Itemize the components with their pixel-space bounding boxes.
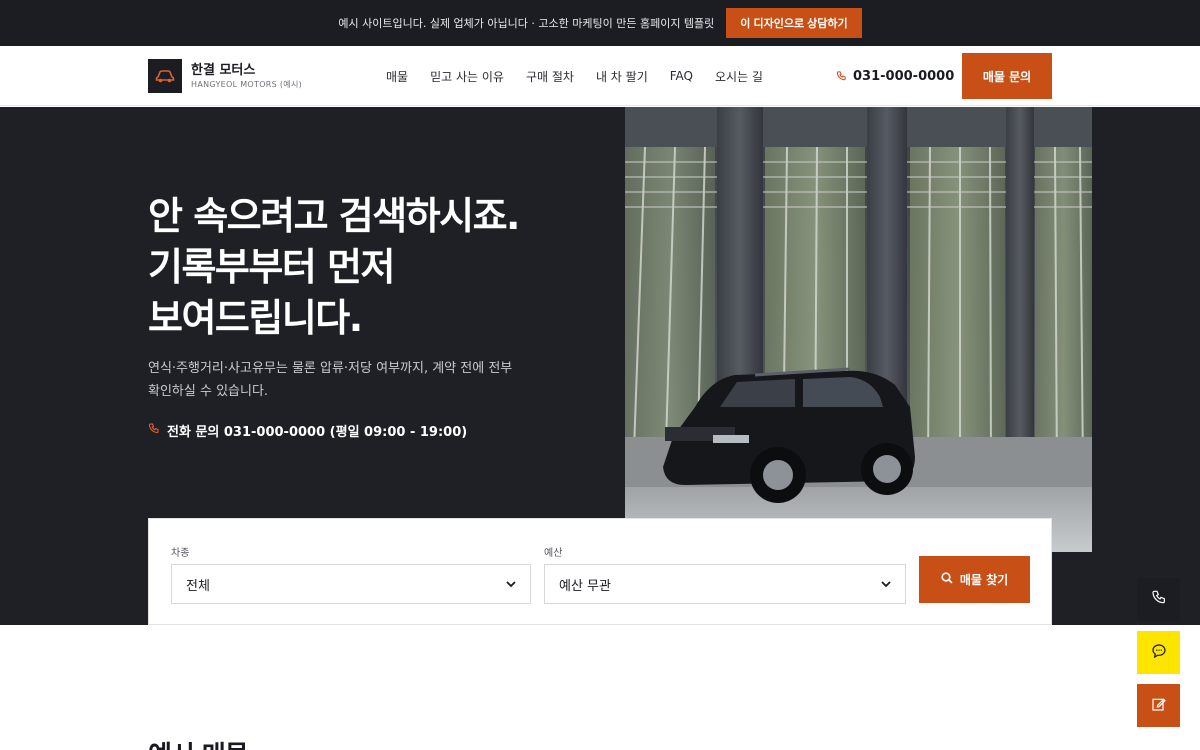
budget-select[interactable]: 예산 무관 xyxy=(544,564,906,604)
float-phone-button[interactable] xyxy=(1137,578,1180,621)
brand[interactable]: 한결 모터스 HANGYEOL MOTORS (예시) xyxy=(148,59,302,93)
chevron-down-icon xyxy=(506,577,516,592)
type-label: 차종 xyxy=(171,548,190,559)
notice-text: 예시 사이트입니다. 실제 업체가 아닙니다 · 고소한 마케팅이 만든 홈페이… xyxy=(338,17,715,30)
inquiry-button[interactable]: 매물 문의 xyxy=(962,53,1052,99)
listings-section-title: 예시 매물 xyxy=(148,735,249,750)
search-panel: 차종 전체 예산 예산 무관 매물 찾기 xyxy=(148,518,1052,625)
hero-title-line: 보여드립니다. xyxy=(148,296,363,340)
hero-title: 안 속으려고 검색하시죠. 기록부부터 먼저 보여드립니다. xyxy=(148,191,521,344)
search-icon xyxy=(941,572,953,587)
hero-phone-text: 전화 문의 031-000-0000 (평일 09:00 - 19:00) xyxy=(167,425,468,440)
site-header: 한결 모터스 HANGYEOL MOTORS (예시) 매물 믿고 사는 이유 … xyxy=(0,46,1200,106)
budget-label: 예산 xyxy=(544,548,563,559)
brand-subtitle: HANGYEOL MOTORS (예시) xyxy=(191,79,303,89)
chat-icon xyxy=(1151,643,1167,663)
phone-icon xyxy=(148,422,160,439)
type-select[interactable]: 전체 xyxy=(171,564,531,604)
nav-item-process[interactable]: 구매 절차 xyxy=(526,68,574,85)
phone-number: 031-000-0000 xyxy=(853,68,955,84)
car-logo-icon xyxy=(148,59,182,93)
float-chat-button[interactable] xyxy=(1137,631,1180,674)
hero-title-line: 기록부부터 먼저 xyxy=(148,245,395,289)
header-phone[interactable]: 031-000-0000 xyxy=(836,46,954,106)
notice-bar: 예시 사이트입니다. 실제 업체가 아닙니다 · 고소한 마케팅이 만든 홈페이… xyxy=(0,0,1200,46)
hero-car-image xyxy=(625,107,1092,552)
main-nav: 매물 믿고 사는 이유 구매 절차 내 차 팔기 FAQ 오시는 길 xyxy=(386,46,763,106)
consult-button[interactable]: 이 디자인으로 상담하기 xyxy=(726,8,862,38)
hero-phone[interactable]: 전화 문의 031-000-0000 (평일 09:00 - 19:00) xyxy=(148,421,467,440)
edit-icon xyxy=(1151,696,1167,716)
type-select-value: 전체 xyxy=(186,578,210,594)
nav-item-sell[interactable]: 내 차 팔기 xyxy=(596,68,648,85)
brand-name: 한결 모터스 xyxy=(191,62,256,78)
chevron-down-icon xyxy=(881,577,891,592)
hero-title-line: 안 속으려고 검색하시죠. xyxy=(148,194,521,238)
budget-select-value: 예산 무관 xyxy=(559,578,611,594)
nav-item-trust[interactable]: 믿고 사는 이유 xyxy=(430,68,504,85)
find-listings-label: 매물 찾기 xyxy=(959,573,1009,587)
phone-icon xyxy=(1151,590,1167,610)
find-listings-button[interactable]: 매물 찾기 xyxy=(919,556,1030,603)
phone-icon xyxy=(836,67,847,86)
nav-item-listings[interactable]: 매물 xyxy=(386,68,408,85)
hero-description: 연식·주행거리·사고유무는 물론 압류·저당 여부까지, 계약 전에 전부 확인… xyxy=(148,361,513,399)
float-write-button[interactable] xyxy=(1137,684,1180,727)
nav-item-location[interactable]: 오시는 길 xyxy=(715,68,763,85)
nav-item-faq[interactable]: FAQ xyxy=(670,69,693,83)
